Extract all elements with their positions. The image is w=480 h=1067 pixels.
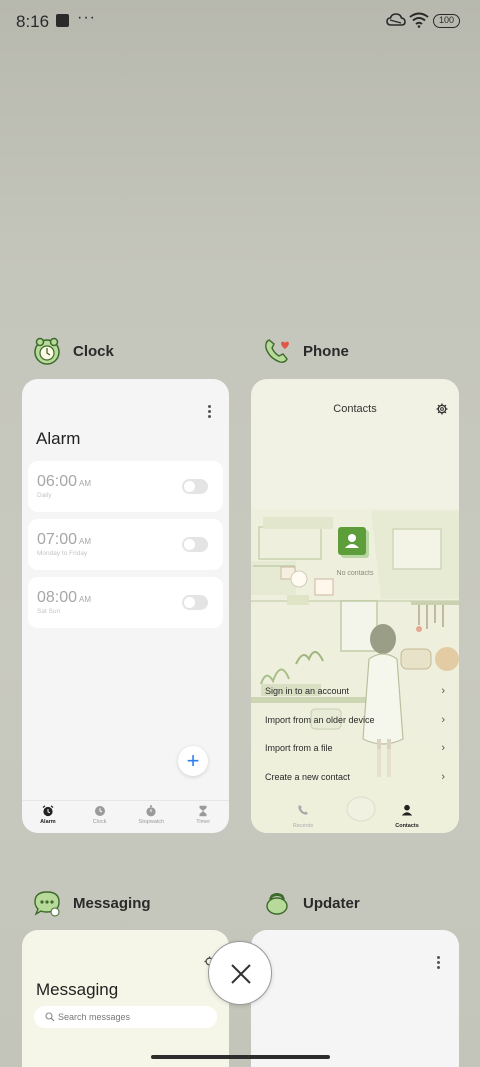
search-placeholder: Search messages: [58, 1012, 131, 1022]
updater-app-header[interactable]: Updater: [263, 888, 360, 918]
messaging-app-header[interactable]: Messaging: [33, 888, 151, 918]
chevron-right-icon: ›: [441, 742, 445, 754]
room-illustration: [251, 509, 459, 833]
phone-app-icon: [263, 337, 291, 365]
create-contact-item[interactable]: Create a new contact ›: [265, 771, 445, 783]
stopwatch-icon: [146, 805, 156, 817]
clock-icon: [94, 806, 105, 816]
alarm-repeat: Monday to Friday: [37, 550, 88, 557]
alarm-toggle[interactable]: [182, 479, 208, 494]
phone-app-header[interactable]: Phone: [263, 336, 349, 366]
more-options-icon[interactable]: [437, 956, 441, 971]
status-bar: 8:16 ··· 100: [0, 0, 480, 44]
updater-app-name: Updater: [303, 894, 360, 912]
battery-icon: 100: [433, 14, 460, 28]
updater-app-icon: [263, 889, 291, 917]
tab-timer[interactable]: Timer: [177, 801, 229, 833]
alarm-item[interactable]: 08:00 AM Sat Sun: [28, 577, 223, 628]
phone-app-card[interactable]: Contacts No contacts Sign in to an accou…: [251, 379, 459, 833]
tab-stopwatch[interactable]: Stopwatch: [126, 801, 178, 833]
clock-app-card[interactable]: Alarm 06:00 AM Daily 07:00 AM Monday to Fr…: [22, 379, 229, 833]
tab-alarm[interactable]: Alarm: [22, 801, 74, 833]
timer-icon: [199, 805, 207, 817]
tab-recents[interactable]: Recents: [251, 797, 355, 833]
alarm-icon: [42, 805, 54, 817]
more-notifications-icon: ···: [77, 9, 96, 26]
alarm-repeat: Sat Sun: [37, 608, 61, 615]
import-older-device-item[interactable]: Import from an older device ›: [265, 714, 445, 726]
alarm-toggle[interactable]: [182, 537, 208, 552]
more-options-icon[interactable]: [208, 405, 212, 420]
chevron-right-icon: ›: [441, 771, 445, 783]
import-from-file-item[interactable]: Import from a file ›: [265, 742, 445, 754]
tab-contacts[interactable]: Contacts: [355, 797, 459, 833]
sign-in-account-item[interactable]: Sign in to an account ›: [265, 685, 445, 697]
contacts-empty-icon: [338, 527, 366, 555]
alarm-toggle[interactable]: [182, 595, 208, 610]
no-contacts-text: No contacts: [336, 570, 374, 577]
chevron-right-icon: ›: [441, 714, 445, 726]
messaging-app-icon: [33, 889, 61, 917]
phone-icon: [298, 805, 308, 815]
close-icon: [231, 964, 251, 984]
status-time: 8:16: [16, 12, 50, 31]
clear-all-button[interactable]: [208, 941, 272, 1005]
alarm-item[interactable]: 07:00 AM Monday to Friday: [28, 519, 223, 570]
clock-app-name: Clock: [73, 342, 114, 360]
alarm-repeat: Daily: [37, 492, 52, 499]
add-alarm-button[interactable]: +: [178, 746, 208, 776]
clock-app-header[interactable]: Clock: [33, 336, 114, 366]
notification-icon: [56, 14, 69, 27]
person-icon: [401, 804, 413, 816]
home-indicator[interactable]: [151, 1055, 330, 1059]
phone-tab-bar: Recents Contacts: [251, 797, 459, 833]
wifi-icon: [409, 12, 429, 33]
alarm-title: Alarm: [36, 429, 81, 448]
contacts-title: Contacts: [333, 403, 377, 415]
clock-tab-bar: Alarm Clock Stopwatch Timer: [22, 800, 229, 833]
tab-clock[interactable]: Clock: [74, 801, 126, 833]
chevron-right-icon: ›: [441, 685, 445, 697]
messaging-title: Messaging: [36, 980, 119, 999]
search-messages-field[interactable]: Search messages: [34, 1006, 217, 1028]
messaging-app-name: Messaging: [73, 894, 151, 912]
clock-app-icon: [33, 337, 61, 365]
settings-gear-icon[interactable]: [436, 402, 448, 420]
phone-app-name: Phone: [303, 342, 349, 360]
alarm-time: 08:00 AM: [37, 589, 92, 606]
messaging-app-card[interactable]: Messaging Search messages: [22, 930, 229, 1067]
alarm-time: 07:00 AM: [37, 531, 92, 548]
search-icon: [45, 1012, 55, 1022]
cloud-icon: [386, 13, 406, 32]
alarm-time: 06:00 AM: [37, 473, 92, 490]
alarm-item[interactable]: 06:00 AM Daily: [28, 461, 223, 512]
updater-app-card[interactable]: [251, 930, 459, 1067]
